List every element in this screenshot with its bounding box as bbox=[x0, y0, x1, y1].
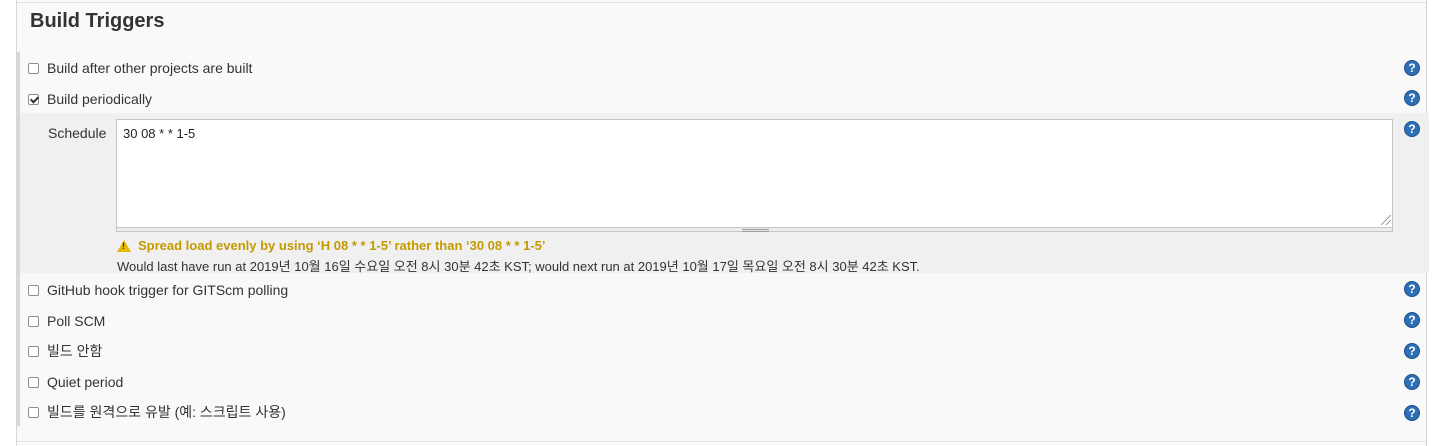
help-icon[interactable]: ? bbox=[1404, 90, 1420, 106]
help-icon[interactable]: ? bbox=[1404, 405, 1420, 421]
schedule-input[interactable]: 30 08 * * 1-5 bbox=[116, 119, 1393, 228]
trigger-label: 빌드 안함 bbox=[47, 343, 103, 359]
trigger-quiet-period[interactable]: Quiet period bbox=[28, 371, 123, 393]
checkbox[interactable] bbox=[28, 284, 39, 296]
help-icon[interactable]: ? bbox=[1404, 374, 1420, 390]
trigger-label: Poll SCM bbox=[47, 313, 106, 329]
trigger-disable-build[interactable]: 빌드 안함 bbox=[28, 340, 102, 362]
schedule-label: Schedule bbox=[48, 125, 107, 141]
resize-handle-icon[interactable] bbox=[1381, 215, 1391, 225]
help-icon[interactable]: ? bbox=[1404, 281, 1420, 297]
checkbox[interactable] bbox=[28, 315, 39, 327]
trigger-remote-build[interactable]: 빌드를 원격으로 유발 (예: 스크립트 사용) bbox=[28, 401, 286, 423]
schedule-warning: Spread load evenly by using ‘H 08 * * 1-… bbox=[117, 238, 546, 253]
trigger-build-periodically[interactable]: Build periodically bbox=[28, 88, 152, 110]
help-icon[interactable]: ? bbox=[1404, 60, 1420, 76]
trigger-poll-scm[interactable]: Poll SCM bbox=[28, 310, 105, 332]
warning-text: Spread load evenly by using ‘H 08 * * 1-… bbox=[138, 238, 546, 253]
trigger-github-hook[interactable]: GitHub hook trigger for GITScm polling bbox=[28, 279, 288, 301]
divider bbox=[17, 2, 1426, 3]
trigger-label: GitHub hook trigger for GITScm polling bbox=[47, 282, 289, 298]
divider bbox=[17, 441, 1426, 442]
trigger-build-after-other-projects[interactable]: Build after other projects are built bbox=[28, 57, 252, 79]
trigger-label: 빌드를 원격으로 유발 (예: 스크립트 사용) bbox=[47, 404, 286, 420]
trigger-label: Build after other projects are built bbox=[47, 60, 253, 76]
help-icon[interactable]: ? bbox=[1404, 121, 1420, 137]
trigger-label: Build periodically bbox=[47, 91, 153, 107]
warning-icon bbox=[117, 239, 131, 252]
schedule-run-info: Would last have run at 2019년 10월 16일 수요일… bbox=[117, 259, 920, 274]
checkbox[interactable] bbox=[28, 376, 39, 388]
checkbox[interactable] bbox=[28, 62, 39, 74]
checkbox[interactable] bbox=[28, 345, 39, 357]
grip-handle-icon bbox=[742, 229, 769, 232]
trigger-label: Quiet period bbox=[47, 374, 124, 390]
help-icon[interactable]: ? bbox=[1404, 343, 1420, 359]
checkbox-checked[interactable] bbox=[28, 93, 39, 105]
section-title: Build Triggers bbox=[30, 10, 165, 32]
help-icon[interactable]: ? bbox=[1404, 312, 1420, 328]
checkbox[interactable] bbox=[28, 406, 39, 418]
